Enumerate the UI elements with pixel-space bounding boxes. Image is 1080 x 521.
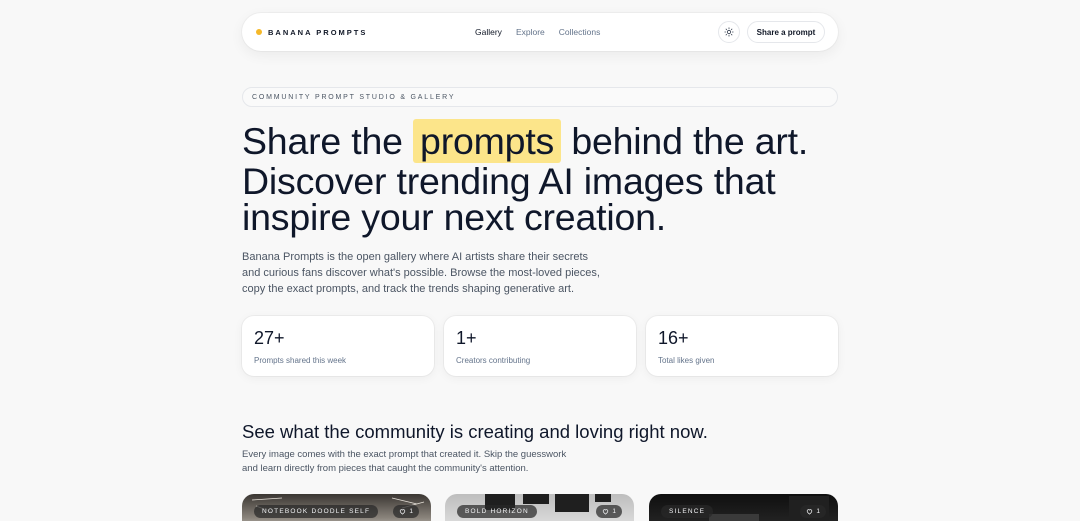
nav-link-gallery[interactable]: Gallery [475, 27, 502, 37]
card-title-tag: SILENCE [661, 505, 714, 518]
stat-value: 1+ [456, 328, 477, 348]
stat-label: Creators contributing [456, 356, 531, 365]
heart-icon [603, 509, 609, 515]
nav-links: Gallery Explore Collections [475, 13, 600, 51]
gallery-card[interactable]: NOTEBOOK DOODLE SELF 1 [242, 494, 431, 521]
stat-label: Prompts shared this week [254, 356, 347, 365]
brand-dot-icon [256, 29, 262, 35]
top-nav: BANANA PROMPTS Gallery Explore Collectio… [242, 13, 838, 51]
card-title-tag: NOTEBOOK DOODLE SELF [254, 505, 379, 518]
stat-value: 16+ [658, 328, 689, 348]
sun-icon [724, 27, 734, 37]
like-button[interactable]: 1 [393, 505, 419, 518]
brand-name: BANANA PROMPTS [268, 27, 368, 37]
like-count: 1 [612, 508, 616, 515]
nav-link-explore[interactable]: Explore [516, 27, 545, 37]
stat-label: Total likes given [658, 356, 715, 365]
hero-kicker: COMMUNITY PROMPT STUDIO & GALLERY [242, 87, 838, 107]
gallery-card[interactable]: SILENCE 1 [649, 494, 838, 521]
hero-description: Banana Prompts is the open gallery where… [242, 251, 600, 295]
stat-card-creators: 1+ Creators contributing [444, 316, 636, 376]
hero-title-highlight: prompts [413, 119, 562, 163]
community-section-description: Every image comes with the exact prompt … [242, 449, 567, 474]
like-count: 1 [816, 508, 820, 515]
brand[interactable]: BANANA PROMPTS [256, 13, 367, 51]
theme-toggle-button[interactable] [718, 21, 740, 43]
stat-value: 27+ [254, 328, 285, 348]
like-button[interactable]: 1 [800, 505, 826, 518]
hero-title-start: Share the [242, 120, 414, 162]
like-count: 1 [409, 508, 413, 515]
heart-icon [807, 509, 813, 515]
gallery-card[interactable]: BOLD HORIZON 1 [445, 494, 634, 521]
share-prompt-button[interactable]: Share a prompt [747, 21, 825, 43]
stat-card-likes: 16+ Total likes given [646, 316, 838, 376]
card-title-tag: BOLD HORIZON [457, 505, 537, 518]
community-section-title: See what the community is creating and l… [242, 421, 708, 442]
stat-card-prompts: 27+ Prompts shared this week [242, 316, 434, 376]
nav-link-collections[interactable]: Collections [559, 27, 601, 37]
hero-title: Share the prompts behind the art. Discov… [242, 119, 842, 236]
heart-icon [400, 509, 406, 515]
like-button[interactable]: 1 [596, 505, 622, 518]
